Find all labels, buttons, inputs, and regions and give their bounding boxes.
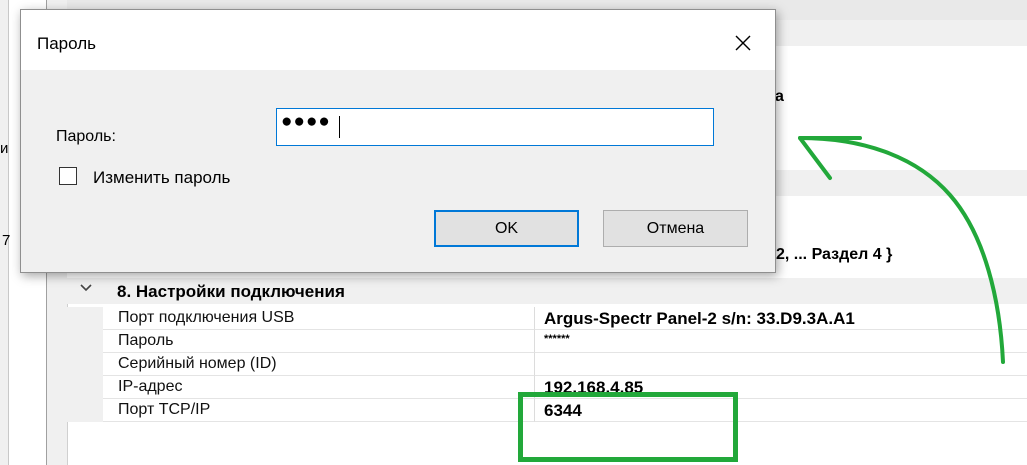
clipped-label: и <box>0 140 9 157</box>
close-icon[interactable] <box>721 25 763 59</box>
text-caret <box>339 116 340 138</box>
property-name: Пароль <box>118 332 174 349</box>
cancel-button[interactable]: Отмена <box>603 210 748 247</box>
property-row-serial-id[interactable]: Серийный номер (ID) <box>67 353 1027 376</box>
property-name: Порт подключения USB <box>118 309 295 326</box>
clipped-label: 7 <box>2 232 11 249</box>
property-name: Серийный номер (ID) <box>118 355 277 372</box>
password-dialog: Пароль Пароль: ●●●● Изменить пароль OK О… <box>20 9 776 273</box>
property-value[interactable]: ****** <box>544 333 570 345</box>
property-name: IP-адрес <box>118 378 183 395</box>
row-gutter <box>67 307 103 330</box>
row-gutter <box>67 399 103 422</box>
password-input[interactable]: ●●●● <box>276 108 714 146</box>
row-gutter <box>67 376 103 399</box>
dialog-titlebar: Пароль <box>21 10 775 70</box>
dialog-title: Пароль <box>37 34 96 53</box>
change-password-checkbox[interactable] <box>59 167 77 185</box>
background-value-fragment: а <box>775 88 784 105</box>
category-connection-settings[interactable]: 8. Настройки подключения <box>67 278 1027 304</box>
change-password-label[interactable]: Изменить пароль <box>93 168 230 188</box>
background-value-fragment: 2, ... Раздел 4 } <box>776 246 893 263</box>
property-value[interactable]: Argus-Spectr Panel-2 s/n: 33.D9.3A.A1 <box>544 309 855 329</box>
property-row-usb-port[interactable]: Порт подключения USB Argus-Spectr Panel-… <box>67 307 1027 330</box>
category-title: 8. Настройки подключения <box>117 282 345 301</box>
chevron-down-icon[interactable] <box>79 281 93 295</box>
password-label: Пароль: <box>56 128 116 145</box>
property-name: Порт TCP/IP <box>118 401 211 418</box>
highlight-box <box>518 392 738 462</box>
row-gutter <box>67 353 103 376</box>
row-gutter <box>67 330 103 353</box>
property-row-password[interactable]: Пароль ****** <box>67 330 1027 353</box>
ok-button[interactable]: OK <box>434 210 579 247</box>
password-value: ●●●● <box>281 111 331 132</box>
